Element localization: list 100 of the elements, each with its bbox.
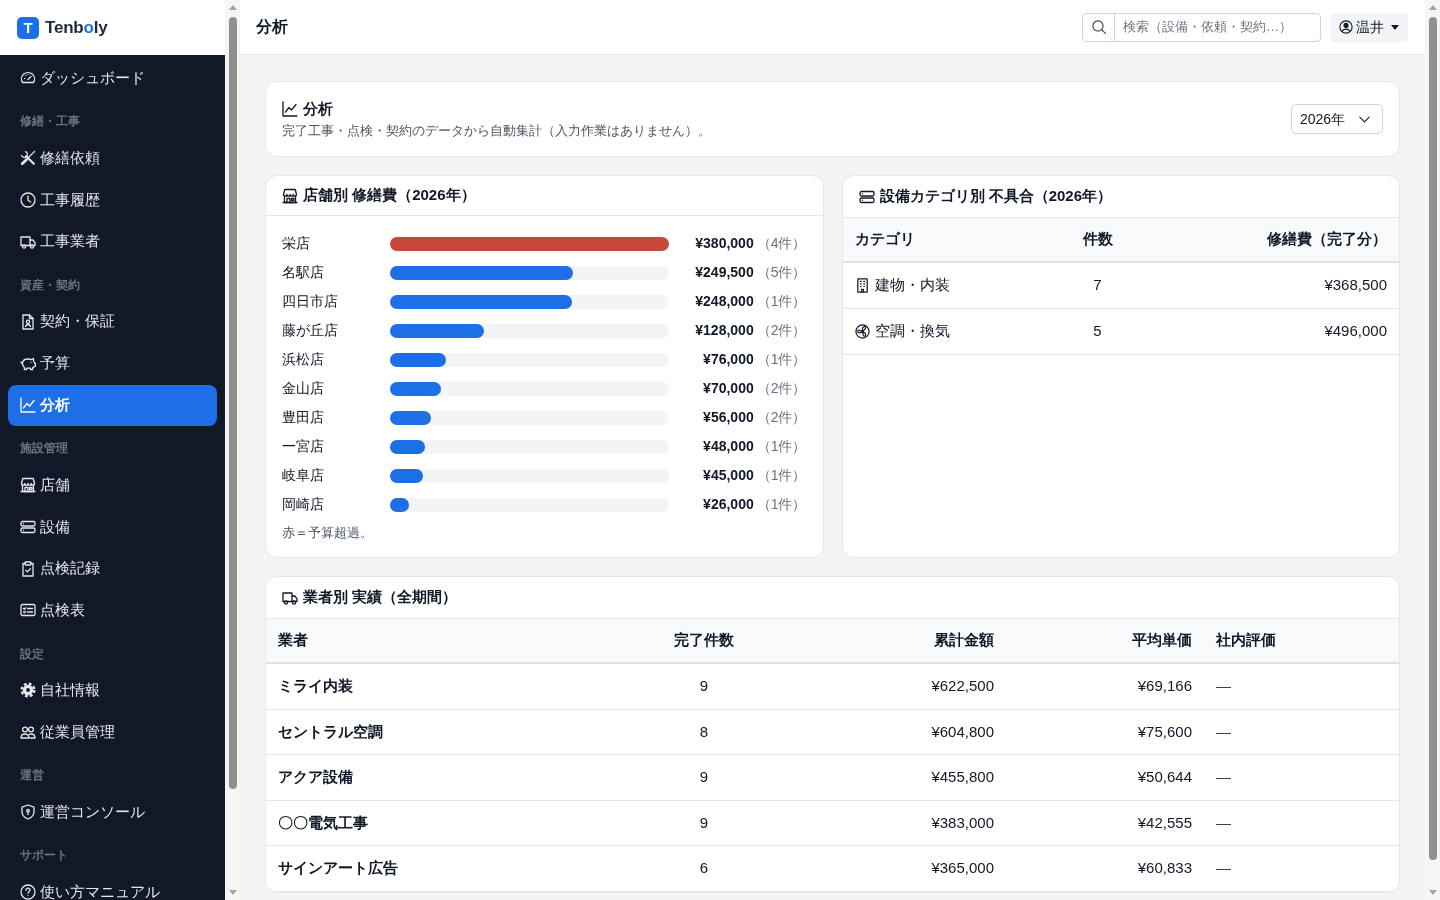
count-text: （1件） [756, 350, 807, 369]
sidebar-item[interactable]: 工事業者 [8, 221, 217, 262]
page-title: 分析 [256, 17, 288, 37]
sidebar-item[interactable]: 点検表 [8, 589, 217, 631]
column-header: 完了件数 [674, 630, 734, 651]
building-icon [854, 278, 870, 293]
table-cell-text: ¥368,500 [1324, 275, 1387, 296]
server-icon [858, 188, 875, 205]
scrollbar-thumb[interactable] [228, 17, 237, 789]
amount-text: ¥380,000 [695, 234, 754, 253]
document-icon [20, 313, 36, 330]
table-cell-text: アクア設備 [278, 767, 353, 787]
section-label: 設定 [19, 645, 45, 663]
sidebar-item[interactable]: 使い方マニュアル [8, 871, 217, 900]
count-text: （2件） [756, 379, 807, 398]
table-cell-text: ミライ内装 [278, 676, 353, 696]
card-title: 設備カテゴリ別 不具合（2026年） [879, 186, 1113, 207]
scrollbar-thumb[interactable] [1428, 17, 1437, 860]
store-name: 岡崎店 [282, 495, 325, 514]
amount-text: ¥56,000 [703, 408, 754, 427]
table-cell-text: セントラル空調 [278, 721, 383, 742]
table-cell-text: ¥622,500 [931, 676, 994, 696]
sidebar-item[interactable]: 従業員管理 [8, 711, 217, 753]
legend-note: 赤＝予算超過。 [282, 524, 374, 542]
server-icon [20, 518, 36, 535]
table-cell-text: ¥50,644 [1137, 767, 1192, 787]
section-label: 修繕・工事 [19, 113, 81, 131]
sidebar-item[interactable]: 工事履歴 [8, 179, 217, 221]
table-cell-text: ¥42,555 [1137, 812, 1192, 833]
table-cell-text: 6 [699, 858, 709, 878]
sidebar-item[interactable]: 契約・保証 [8, 301, 217, 342]
scroll-down-icon [1428, 890, 1437, 895]
count-text: （1件） [756, 437, 807, 456]
table-cell-text: ¥383,000 [931, 812, 994, 833]
card-title: 業者別 実績（全期間） [303, 587, 458, 608]
year-select[interactable]: 2026年 [1291, 104, 1383, 134]
count-text: （2件） [756, 321, 807, 340]
table-cell-text: ¥496,000 [1324, 321, 1387, 342]
sidebar-item[interactable]: 設備 [8, 506, 217, 548]
shield-icon [20, 804, 36, 820]
logo-mark: T [17, 16, 39, 39]
table-cell-text: ¥365,000 [931, 858, 994, 878]
truck-icon [282, 589, 298, 606]
store-name: 浜松店 [282, 350, 325, 369]
count-text: （4件） [756, 234, 807, 253]
column-header: 業者 [278, 630, 308, 651]
table-cell-text: サインアート広告 [278, 858, 398, 878]
amount-text: ¥249,500 [695, 263, 754, 282]
amount-text: ¥248,000 [695, 292, 754, 311]
store-name: 金山店 [282, 379, 325, 398]
sidebar-item[interactable]: 修繕依頼 [8, 137, 217, 179]
card-title: 店舗別 修繕費（2026年） [303, 185, 476, 206]
people-icon [20, 724, 36, 740]
table-cell-text: — [1216, 721, 1231, 742]
line-chart-icon [20, 397, 36, 413]
table-cell-text: 8 [699, 721, 709, 742]
sidebar-item[interactable]: 予算 [8, 342, 217, 384]
count-text: （1件） [756, 495, 807, 514]
sidebar-item[interactable]: 運営コンソール [8, 791, 217, 833]
search-bar[interactable]: 検索（設備・依頼・契約…） [1082, 12, 1321, 42]
clipboard-check-icon [20, 560, 36, 577]
column-header: 修繕費（完了分） [1267, 229, 1387, 250]
store-name: 栄店 [282, 234, 311, 253]
section-label: 施設管理 [19, 440, 69, 458]
store-name: 名駅店 [282, 263, 325, 282]
sidebar-item[interactable]: 店舗 [8, 464, 217, 506]
table-cell-text: ¥604,800 [931, 721, 994, 742]
table-cell-text: ¥60,833 [1137, 858, 1192, 878]
tools-icon [20, 150, 36, 166]
scroll-down-icon [228, 890, 237, 895]
table-cell-text: 7 [1093, 275, 1102, 296]
sidebar-item[interactable]: 点検記録 [8, 548, 217, 589]
section-label: 資産・契約 [19, 276, 81, 294]
search-icon [1091, 20, 1106, 34]
store-name: 藤が丘店 [282, 321, 339, 340]
sidebar-item[interactable]: 自社情報 [8, 669, 217, 711]
store-icon [20, 477, 36, 493]
amount-text: ¥128,000 [695, 321, 754, 340]
sidebar-item[interactable]: 分析 [8, 384, 217, 426]
amount-text: ¥70,000 [703, 379, 754, 398]
table-cell-text: 建物・内装 [874, 275, 950, 296]
gauge-icon [20, 70, 36, 86]
search-input[interactable]: 検索（設備・依頼・契約…） [1115, 13, 1320, 41]
count-text: （1件） [756, 292, 807, 311]
checklist-icon [20, 602, 36, 619]
user-menu-button[interactable]: 温井 [1330, 12, 1408, 42]
sidebar-item[interactable]: ダッシュボード [8, 57, 217, 99]
scroll-up-icon [228, 5, 237, 10]
store-icon [282, 187, 298, 204]
column-header: 社内評価 [1216, 630, 1276, 651]
column-header: カテゴリ [854, 229, 915, 250]
count-text: （2件） [756, 408, 807, 427]
table-cell-text: 〇〇電気工事 [278, 812, 368, 833]
store-name: 岐阜店 [282, 466, 325, 485]
table-cell-text: ¥455,800 [931, 767, 994, 787]
section-label: 運営 [19, 767, 45, 785]
caret-icon [1391, 24, 1399, 30]
table-cell-text: 9 [699, 767, 709, 787]
count-text: （1件） [756, 466, 807, 485]
card-title: 分析 [303, 98, 333, 119]
